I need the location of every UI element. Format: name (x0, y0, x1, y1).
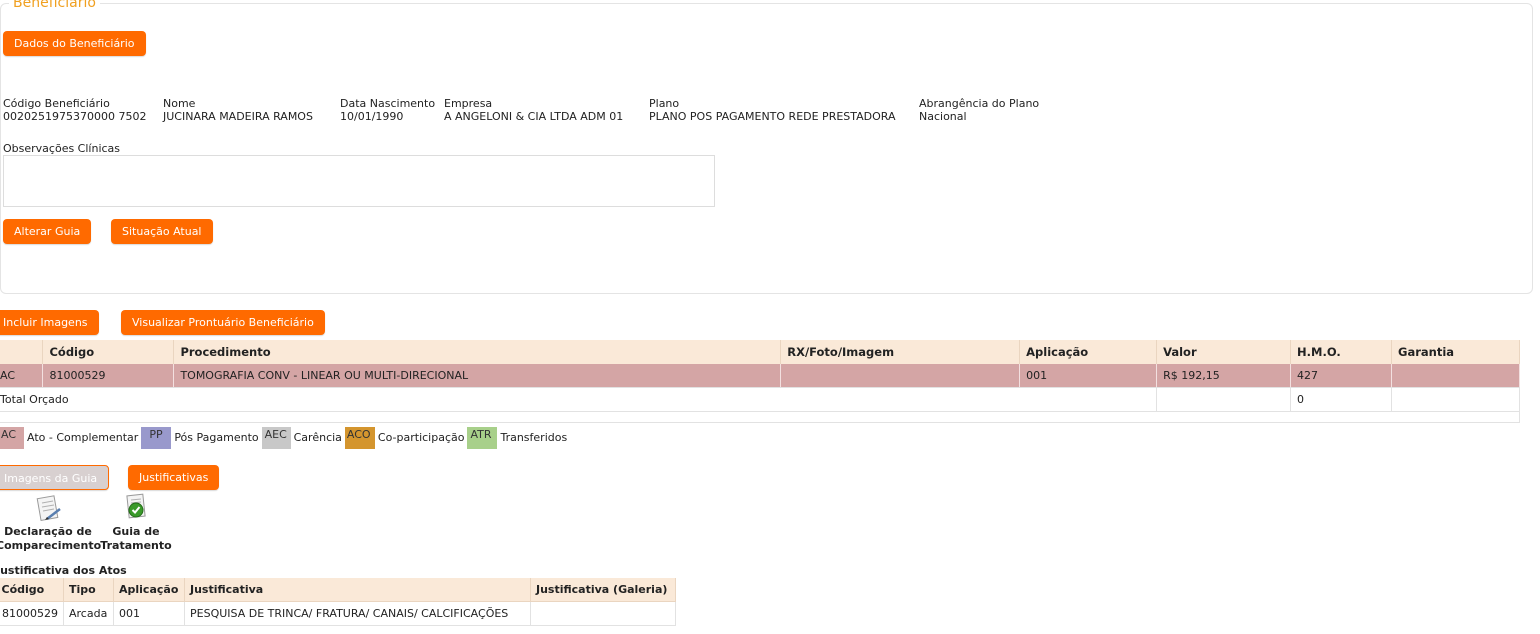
procedures-table: Código Procedimento RX/Foto/Imagem Aplic… (0, 340, 1520, 423)
spacer-row (0, 411, 1520, 423)
total-label: Total Orçado (0, 387, 1158, 412)
legend-chip-aco: ACO (344, 427, 375, 449)
field-value: A ANGELONI & CIA LTDA ADM 01 (444, 110, 624, 123)
header-aplicacao: Aplicação (113, 578, 185, 602)
field-value: JUCINARA MADEIRA RAMOS (163, 110, 313, 123)
beneficiario-fieldset: Beneficiário (0, 0, 1533, 294)
document-check-icon (126, 493, 146, 519)
guia-line2: Tratamento (100, 539, 172, 552)
justificativas-table: Código Tipo Aplicação Justificativa Just… (0, 578, 676, 626)
header-valor: Valor (1156, 340, 1292, 364)
cell-garantia (1391, 364, 1520, 388)
field-nome: Nome JUCINARA MADEIRA RAMOS (163, 97, 313, 123)
visualizar-prontuario-button[interactable]: Visualizar Prontuário Beneficiário (121, 310, 325, 335)
cell-tipo: AC (0, 364, 44, 388)
field-label: Data Nascimento (340, 97, 436, 110)
header-procedimento: Procedimento (173, 340, 782, 364)
cell-justificativa: PESQUISA DE TRINCA/ FRATURA/ CANAIS/ CAL… (184, 601, 531, 626)
table-row: 81000529 Arcada 001 PESQUISA DE TRINCA/ … (0, 601, 676, 626)
total-valor (1156, 387, 1292, 412)
status-legend: AC Ato - Complementar PP Pós Pagamento A… (0, 427, 570, 449)
header-justificativa-galeria: Justificativa (Galeria) (530, 578, 676, 602)
header-garantia: Garantia (1391, 340, 1520, 364)
legend-label-pp: Pós Pagamento (174, 431, 259, 444)
declaracao-comparecimento-link[interactable]: Declaração de Comparecimento (0, 493, 102, 553)
legend-label-ac: Ato - Complementar (27, 431, 139, 444)
situacao-atual-button[interactable]: Situação Atual (111, 219, 213, 244)
cell-rx-foto-imagem (780, 364, 1021, 388)
declaracao-line2: Comparecimento (0, 539, 102, 552)
total-garantia (1391, 387, 1520, 412)
field-abrangencia: Abrangência do Plano Nacional (919, 97, 1039, 123)
guia-line1: Guia de (112, 525, 160, 538)
cell-aplicacao: 001 (113, 601, 185, 626)
table-header-row: Código Procedimento RX/Foto/Imagem Aplic… (0, 340, 1520, 364)
cell-valor: R$ 192,15 (1156, 364, 1292, 388)
observacoes-field[interactable] (3, 155, 715, 207)
observacoes-label: Observações Clínicas (3, 142, 121, 155)
dados-beneficiario-button[interactable]: Dados do Beneficiário (3, 31, 146, 56)
legend-label-aco: Co-participação (377, 431, 465, 444)
field-value: Nacional (919, 110, 967, 123)
justificativas-button[interactable]: Justificativas (128, 465, 220, 490)
cell-justificativa-galeria (530, 601, 676, 626)
header-tipo: Tipo (63, 578, 114, 602)
header-codigo: Código (42, 340, 175, 364)
declaracao-line1: Declaração de (4, 525, 92, 538)
header-codigo: Código (0, 578, 64, 602)
field-plano: Plano PLANO POS PAGAMENTO REDE PRESTADOR… (649, 97, 896, 123)
field-label: Abrangência do Plano (919, 97, 1040, 110)
legend-chip-pp: PP (141, 427, 172, 449)
document-pen-icon (36, 495, 61, 521)
field-label: Plano (649, 97, 680, 110)
guia-tratamento-link[interactable]: Guia de Tratamento (100, 493, 172, 553)
header-justificativa: Justificativa (184, 578, 531, 602)
header-aplicacao: Aplicação (1019, 340, 1158, 364)
field-label: Empresa (444, 97, 493, 110)
table-row[interactable]: AC 81000529 TOMOGRAFIA CONV - LINEAR OU … (0, 364, 1520, 388)
cell-tipo: Arcada (63, 601, 114, 626)
header-hmo: H.M.O. (1290, 340, 1392, 364)
alterar-guia-button[interactable]: Alterar Guia (3, 219, 92, 244)
cell-procedimento: TOMOGRAFIA CONV - LINEAR OU MULTI-DIRECI… (173, 364, 782, 388)
legend-chip-aec: AEC (261, 427, 291, 449)
field-value: 0020251975370000 7502 (3, 110, 147, 123)
legend-label-atr: Transferidos (500, 431, 568, 444)
field-label: Código Beneficiário (3, 97, 110, 110)
header-tipo (0, 340, 44, 364)
table-header-row: Código Tipo Aplicação Justificativa Just… (0, 578, 676, 602)
incluir-imagens-button[interactable]: Incluir Imagens (0, 310, 99, 335)
field-label: Nome (163, 97, 196, 110)
cell-codigo: 81000529 (42, 364, 175, 388)
total-row: Total Orçado 0 (0, 387, 1520, 412)
field-empresa: Empresa A ANGELONI & CIA LTDA ADM 01 (444, 97, 623, 123)
cell-hmo: 427 (1290, 364, 1392, 388)
beneficiario-legend: Beneficiário (9, 0, 100, 11)
imagens-da-guia-button[interactable]: Imagens da Guia (0, 465, 110, 490)
legend-chip-atr: ATR (467, 427, 498, 449)
cell-codigo: 81000529 (0, 601, 64, 626)
field-value: PLANO POS PAGAMENTO REDE PRESTADORA (649, 110, 896, 123)
legend-chip-ac: AC (0, 427, 24, 449)
field-value: 10/01/1990 (340, 110, 404, 123)
field-data-nascimento: Data Nascimento 10/01/1990 (340, 97, 435, 123)
cell-aplicacao: 001 (1019, 364, 1158, 388)
field-codigo-beneficiario: Código Beneficiário 0020251975370000 750… (3, 97, 146, 123)
total-hmo: 0 (1290, 387, 1392, 412)
header-rx-foto-imagem: RX/Foto/Imagem (780, 340, 1021, 364)
justificativa-title: Justificativa dos Atos (0, 564, 127, 577)
legend-label-aec: Carência (293, 431, 342, 444)
